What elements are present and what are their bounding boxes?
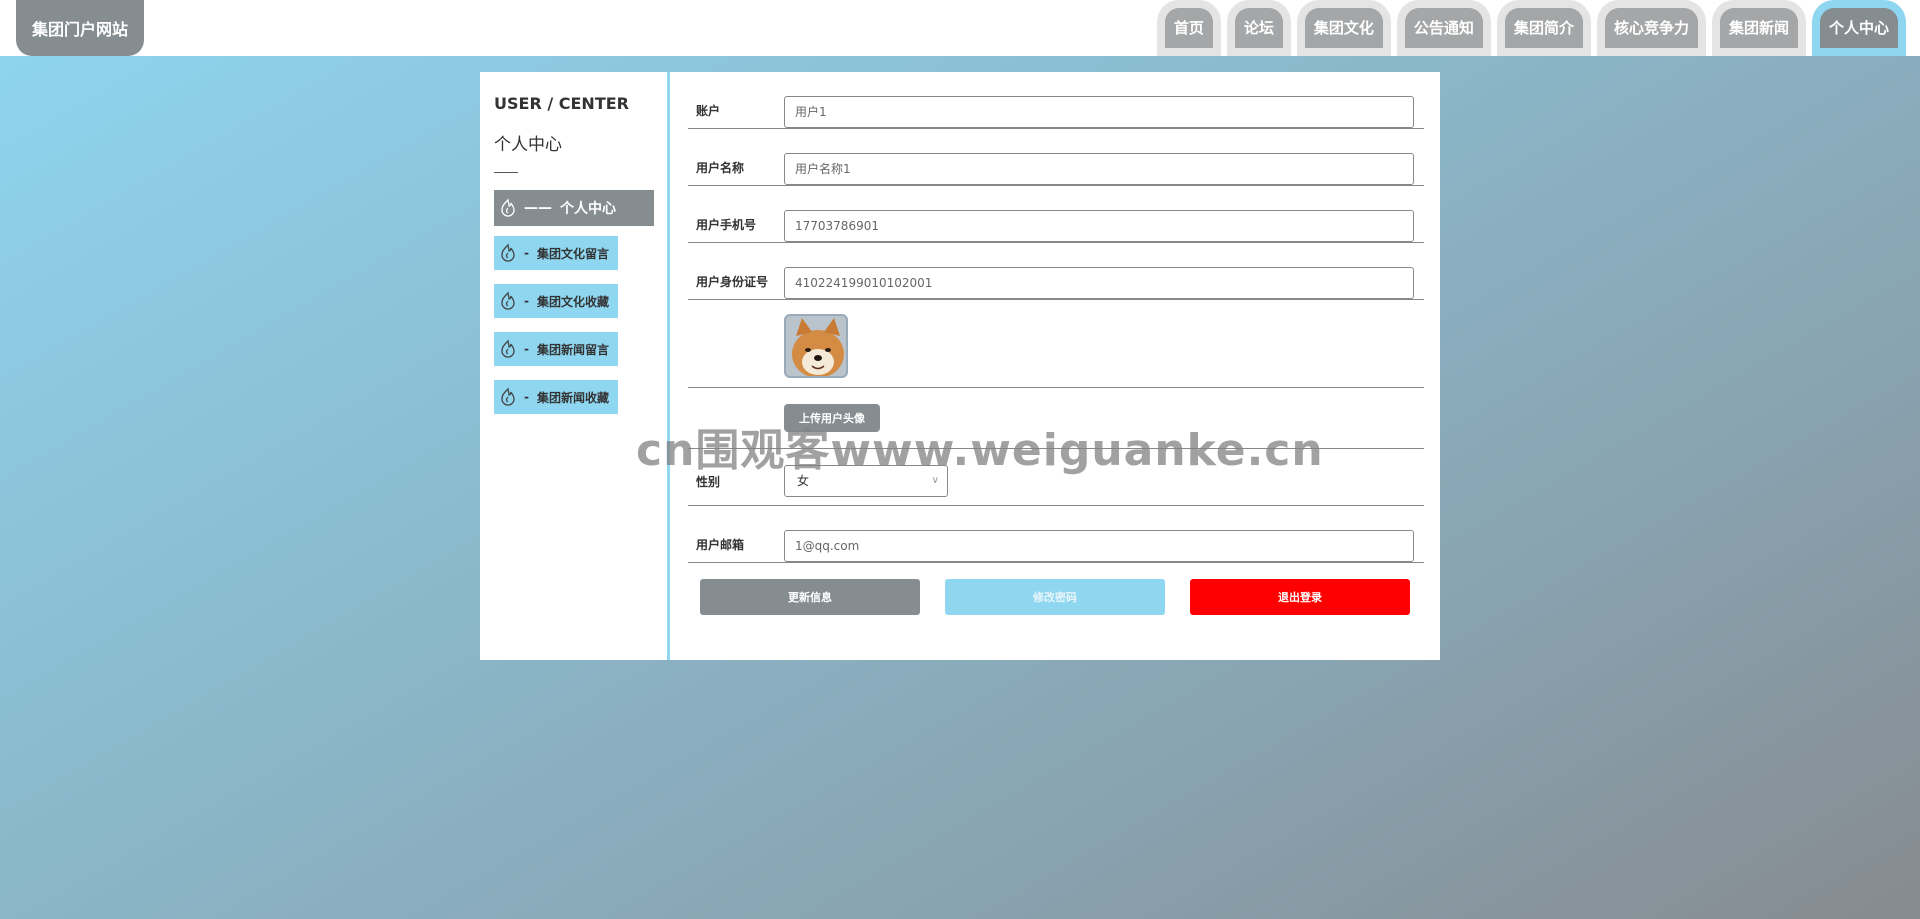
flame-icon [501, 243, 515, 262]
form-row-email: 用户邮箱 1@qq.com [688, 506, 1424, 563]
phone-field[interactable]: 17703786901 [784, 210, 1414, 242]
top-bar: 集团门户网站 首页 论坛 集团文化 公告通知 集团简介 核心竞争力 集团新闻 个… [0, 0, 1920, 56]
sidebar-item-news-favorites[interactable]: - 集团新闻收藏 [494, 380, 618, 414]
sidebar-divider [494, 172, 518, 173]
idcard-label: 用户身份证号 [696, 275, 769, 289]
sidebar-menu: —— 个人中心 - 集团文化留言 - 集团文化收藏 - 集团新闻留言 - 集团新… [494, 190, 654, 428]
username-label: 用户名称 [696, 161, 745, 175]
account-field[interactable]: 用户1 [784, 96, 1414, 128]
nav-competitiveness[interactable]: 核心竞争力 [1596, 0, 1706, 56]
nav-intro[interactable]: 集团简介 [1496, 0, 1591, 56]
user-center-panel: USER / CENTER 个人中心 —— 个人中心 - 集团文化留言 - 集团… [480, 72, 1440, 660]
sidebar: USER / CENTER 个人中心 —— 个人中心 - 集团文化留言 - 集团… [480, 72, 670, 660]
form-row-phone: 用户手机号 17703786901 [688, 186, 1424, 243]
nav-home[interactable]: 首页 [1156, 0, 1221, 56]
change-password-button[interactable]: 修改密码 [945, 579, 1165, 615]
flame-icon [501, 291, 515, 310]
sidebar-item-user-center[interactable]: —— 个人中心 [494, 190, 654, 226]
update-info-button[interactable]: 更新信息 [700, 579, 920, 615]
form-row-idcard: 用户身份证号 410224199010102001 [688, 243, 1424, 300]
nav-user-center[interactable]: 个人中心 [1811, 0, 1906, 56]
idcard-field[interactable]: 410224199010102001 [784, 267, 1414, 299]
account-label: 账户 [696, 104, 721, 118]
flame-icon [501, 198, 515, 217]
sidebar-title-en: USER / CENTER [494, 94, 629, 113]
dog-avatar-image [786, 316, 846, 376]
form-row-account: 账户 用户1 [688, 72, 1424, 129]
sidebar-item-news-messages[interactable]: - 集团新闻留言 [494, 332, 618, 366]
flame-icon [501, 387, 515, 406]
site-brand[interactable]: 集团门户网站 [16, 0, 144, 56]
main-nav: 首页 论坛 集团文化 公告通知 集团简介 核心竞争力 集团新闻 个人中心 [1156, 0, 1906, 56]
nav-forum[interactable]: 论坛 [1226, 0, 1291, 56]
logout-button[interactable]: 退出登录 [1190, 579, 1410, 615]
sidebar-item-label: 集团文化收藏 [536, 294, 609, 309]
sidebar-item-label: 集团文化留言 [536, 246, 609, 261]
sidebar-item-culture-messages[interactable]: - 集团文化留言 [494, 236, 618, 270]
nav-news[interactable]: 集团新闻 [1711, 0, 1806, 56]
sidebar-item-label: 集团新闻收藏 [536, 390, 609, 405]
profile-form: 账户 用户1 用户名称 用户名称1 用户手机号 17703786901 用户身份… [688, 72, 1424, 633]
flame-icon [501, 339, 515, 358]
email-field[interactable]: 1@qq.com [784, 530, 1414, 562]
form-actions: 更新信息 修改密码 退出登录 [688, 563, 1424, 633]
avatar [784, 314, 848, 378]
email-label: 用户邮箱 [696, 538, 745, 552]
nav-culture[interactable]: 集团文化 [1296, 0, 1391, 56]
form-row-username: 用户名称 用户名称1 [688, 129, 1424, 186]
nav-notice[interactable]: 公告通知 [1396, 0, 1491, 56]
phone-label: 用户手机号 [696, 218, 757, 232]
form-row-avatar [688, 300, 1424, 388]
sidebar-item-label: 个人中心 [560, 201, 616, 217]
watermark: cn围观客www.weiguanke.cn [636, 425, 1324, 476]
sidebar-item-culture-favorites[interactable]: - 集团文化收藏 [494, 284, 618, 318]
sidebar-title-cn: 个人中心 [494, 135, 562, 155]
sidebar-item-label: 集团新闻留言 [536, 342, 609, 357]
username-field[interactable]: 用户名称1 [784, 153, 1414, 185]
